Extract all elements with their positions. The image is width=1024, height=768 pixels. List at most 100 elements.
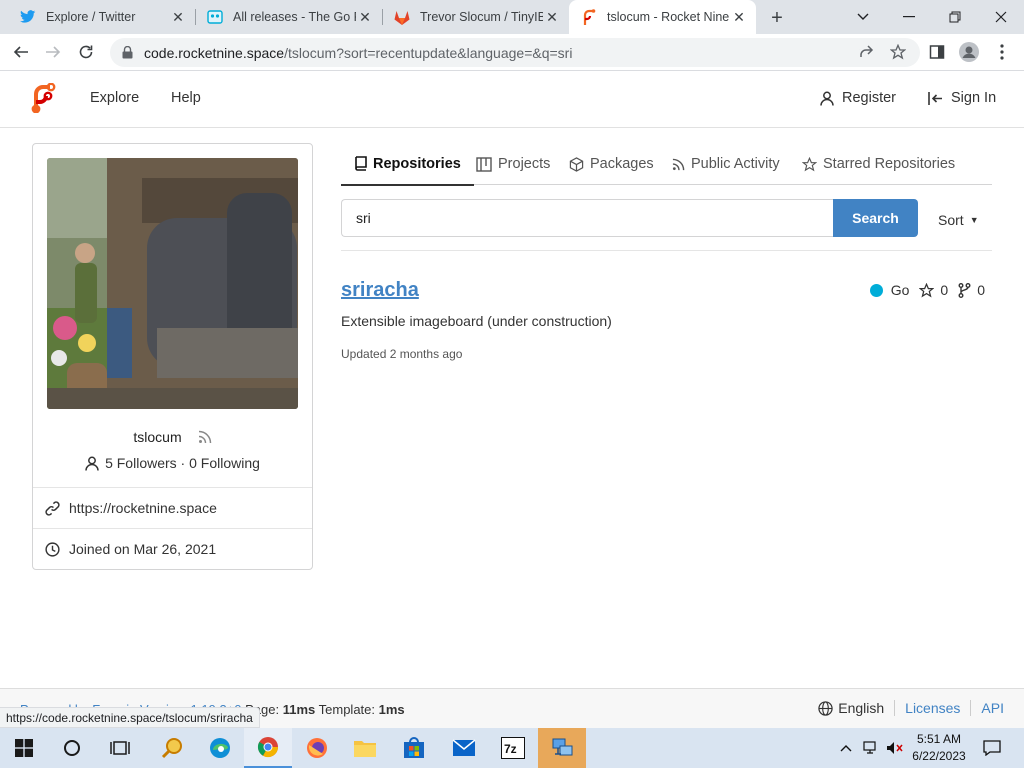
website-item[interactable]: https://rocketnine.space bbox=[33, 487, 312, 528]
task-view-icon[interactable] bbox=[96, 728, 144, 768]
licenses-link[interactable]: Licenses bbox=[905, 700, 960, 716]
network-tray-icon[interactable] bbox=[860, 728, 882, 768]
repo-name-link[interactable]: sriracha bbox=[341, 279, 419, 302]
footer-separator bbox=[894, 700, 896, 716]
search-button[interactable]: Search bbox=[833, 199, 918, 237]
store-icon[interactable] bbox=[390, 728, 438, 768]
minimize-icon[interactable] bbox=[886, 0, 932, 34]
new-tab-icon[interactable]: + bbox=[765, 6, 789, 30]
magnifier-app-icon[interactable] bbox=[148, 728, 196, 768]
tab-public-activity[interactable]: Public Activity bbox=[672, 143, 780, 185]
repo-icon bbox=[354, 156, 367, 171]
api-link[interactable]: API bbox=[981, 700, 1004, 716]
page-time: 11ms bbox=[282, 702, 316, 717]
forward-icon[interactable] bbox=[40, 39, 66, 65]
tab-repositories[interactable]: Repositories bbox=[341, 143, 474, 186]
share-icon[interactable] bbox=[855, 41, 877, 63]
clock-time: 5:51 AM bbox=[916, 732, 962, 746]
reload-icon[interactable] bbox=[73, 39, 99, 65]
repo-description: Extensible imageboard (under constructio… bbox=[341, 313, 612, 329]
browser-tab-title: tslocum - Rocket Nine bbox=[607, 10, 730, 24]
menu-kebab-icon[interactable] bbox=[991, 41, 1013, 63]
username-row: tslocum bbox=[33, 429, 312, 445]
fork-icon[interactable] bbox=[958, 282, 971, 298]
tab-starred-repositories[interactable]: Starred Repositories bbox=[802, 143, 955, 185]
fork-count[interactable]: 0 bbox=[977, 282, 985, 298]
search-circle-icon[interactable] bbox=[48, 728, 96, 768]
repo-search-form: Search bbox=[341, 199, 918, 237]
browser-tab-gitlab[interactable]: Trevor Slocum / TinyIB ✕ bbox=[382, 0, 569, 34]
mail-icon[interactable] bbox=[440, 728, 488, 768]
url-path: /tslocum?sort=recentupdate&language=&q=s… bbox=[284, 44, 573, 61]
nav-help[interactable]: Help bbox=[171, 90, 201, 106]
browser-tab-go-releases[interactable]: All releases - The Go Pr ✕ bbox=[195, 0, 383, 34]
sort-dropdown[interactable]: Sort ▼ bbox=[938, 212, 979, 228]
language-selector[interactable]: English bbox=[818, 700, 884, 716]
chrome-browser-icon[interactable] bbox=[244, 728, 292, 768]
user-avatar[interactable] bbox=[47, 158, 298, 409]
bookmark-star-icon[interactable] bbox=[887, 41, 909, 63]
close-tab-icon[interactable]: ✕ bbox=[169, 8, 187, 26]
windows-taskbar: 7z 5:51 AM 6/22/2023 bbox=[0, 728, 1024, 768]
network-app-icon[interactable] bbox=[538, 728, 586, 768]
register-link[interactable]: Register bbox=[820, 90, 896, 106]
system-clock[interactable]: 5:51 AM 6/22/2023 bbox=[906, 731, 972, 765]
side-panel-icon[interactable] bbox=[926, 41, 948, 63]
star-icon[interactable] bbox=[919, 282, 935, 298]
close-tab-icon[interactable]: ✕ bbox=[543, 8, 561, 26]
star-count[interactable]: 0 bbox=[940, 282, 948, 298]
sort-label: Sort bbox=[938, 212, 964, 228]
firefox-icon[interactable] bbox=[293, 728, 341, 768]
edge-browser-icon[interactable] bbox=[196, 728, 244, 768]
restore-icon[interactable] bbox=[932, 0, 978, 34]
repo-stats: Go 0 0 bbox=[869, 282, 985, 298]
profile-tabs: Repositories Projects Packages Public Ac… bbox=[341, 143, 992, 186]
svg-text:7z: 7z bbox=[504, 742, 517, 756]
forgejo-icon bbox=[581, 9, 597, 25]
star-icon bbox=[802, 156, 817, 172]
sign-in-label: Sign In bbox=[951, 90, 997, 106]
close-tab-icon[interactable]: ✕ bbox=[730, 8, 748, 26]
close-tab-icon[interactable]: ✕ bbox=[356, 8, 374, 26]
forgejo-logo-icon[interactable] bbox=[30, 82, 56, 114]
url-host: code.rocketnine.space bbox=[144, 44, 285, 61]
nav-explore[interactable]: Explore bbox=[90, 90, 139, 106]
volume-muted-icon[interactable] bbox=[884, 728, 906, 768]
tab-repositories-label: Repositories bbox=[373, 155, 461, 172]
notifications-icon[interactable] bbox=[978, 728, 1006, 768]
tab-search-icon[interactable] bbox=[840, 0, 886, 34]
repo-search-input[interactable] bbox=[341, 199, 834, 237]
rss-feed-icon[interactable] bbox=[198, 430, 212, 444]
tab-projects[interactable]: Projects bbox=[476, 143, 550, 185]
person-add-icon bbox=[820, 91, 834, 106]
website-link[interactable]: https://rocketnine.space bbox=[69, 500, 217, 516]
package-icon bbox=[569, 156, 584, 172]
chevron-up-icon[interactable] bbox=[836, 728, 856, 768]
go-icon bbox=[207, 9, 223, 25]
browser-tab-title: Explore / Twitter bbox=[46, 10, 136, 24]
person-icon bbox=[85, 456, 99, 471]
address-bar[interactable]: code.rocketnine.space/tslocum?sort=recen… bbox=[110, 38, 920, 67]
browser-tab-tslocum[interactable]: tslocum - Rocket Nine ✕ bbox=[569, 0, 756, 34]
username: tslocum bbox=[133, 429, 182, 445]
caret-down-icon: ▼ bbox=[969, 215, 979, 225]
sign-in-link[interactable]: Sign In bbox=[928, 90, 996, 106]
tab-packages[interactable]: Packages bbox=[569, 143, 654, 185]
7zip-icon[interactable]: 7z bbox=[489, 728, 537, 768]
back-icon[interactable] bbox=[8, 39, 34, 65]
joined-text: Joined on Mar 26, 2021 bbox=[69, 541, 217, 557]
file-explorer-icon[interactable] bbox=[341, 728, 389, 768]
lock-icon[interactable] bbox=[122, 46, 136, 60]
language-color-dot bbox=[869, 283, 883, 297]
start-windows-icon[interactable] bbox=[0, 728, 48, 768]
followers-row[interactable]: 5 Followers · 0 Following bbox=[33, 455, 312, 471]
close-window-icon[interactable] bbox=[978, 0, 1024, 34]
tab-packages-label: Packages bbox=[590, 156, 654, 172]
profile-avatar-icon[interactable] bbox=[958, 41, 980, 63]
repo-updated: Updated 2 months ago bbox=[341, 347, 463, 361]
link-icon bbox=[45, 500, 61, 516]
browser-tab-strip: Explore / Twitter ✕ All releases - The G… bbox=[0, 0, 1024, 34]
profile-card: tslocum 5 Followers · 0 Following https:… bbox=[32, 143, 313, 570]
browser-tab-twitter[interactable]: Explore / Twitter ✕ bbox=[8, 0, 196, 34]
twitter-icon bbox=[20, 9, 36, 25]
